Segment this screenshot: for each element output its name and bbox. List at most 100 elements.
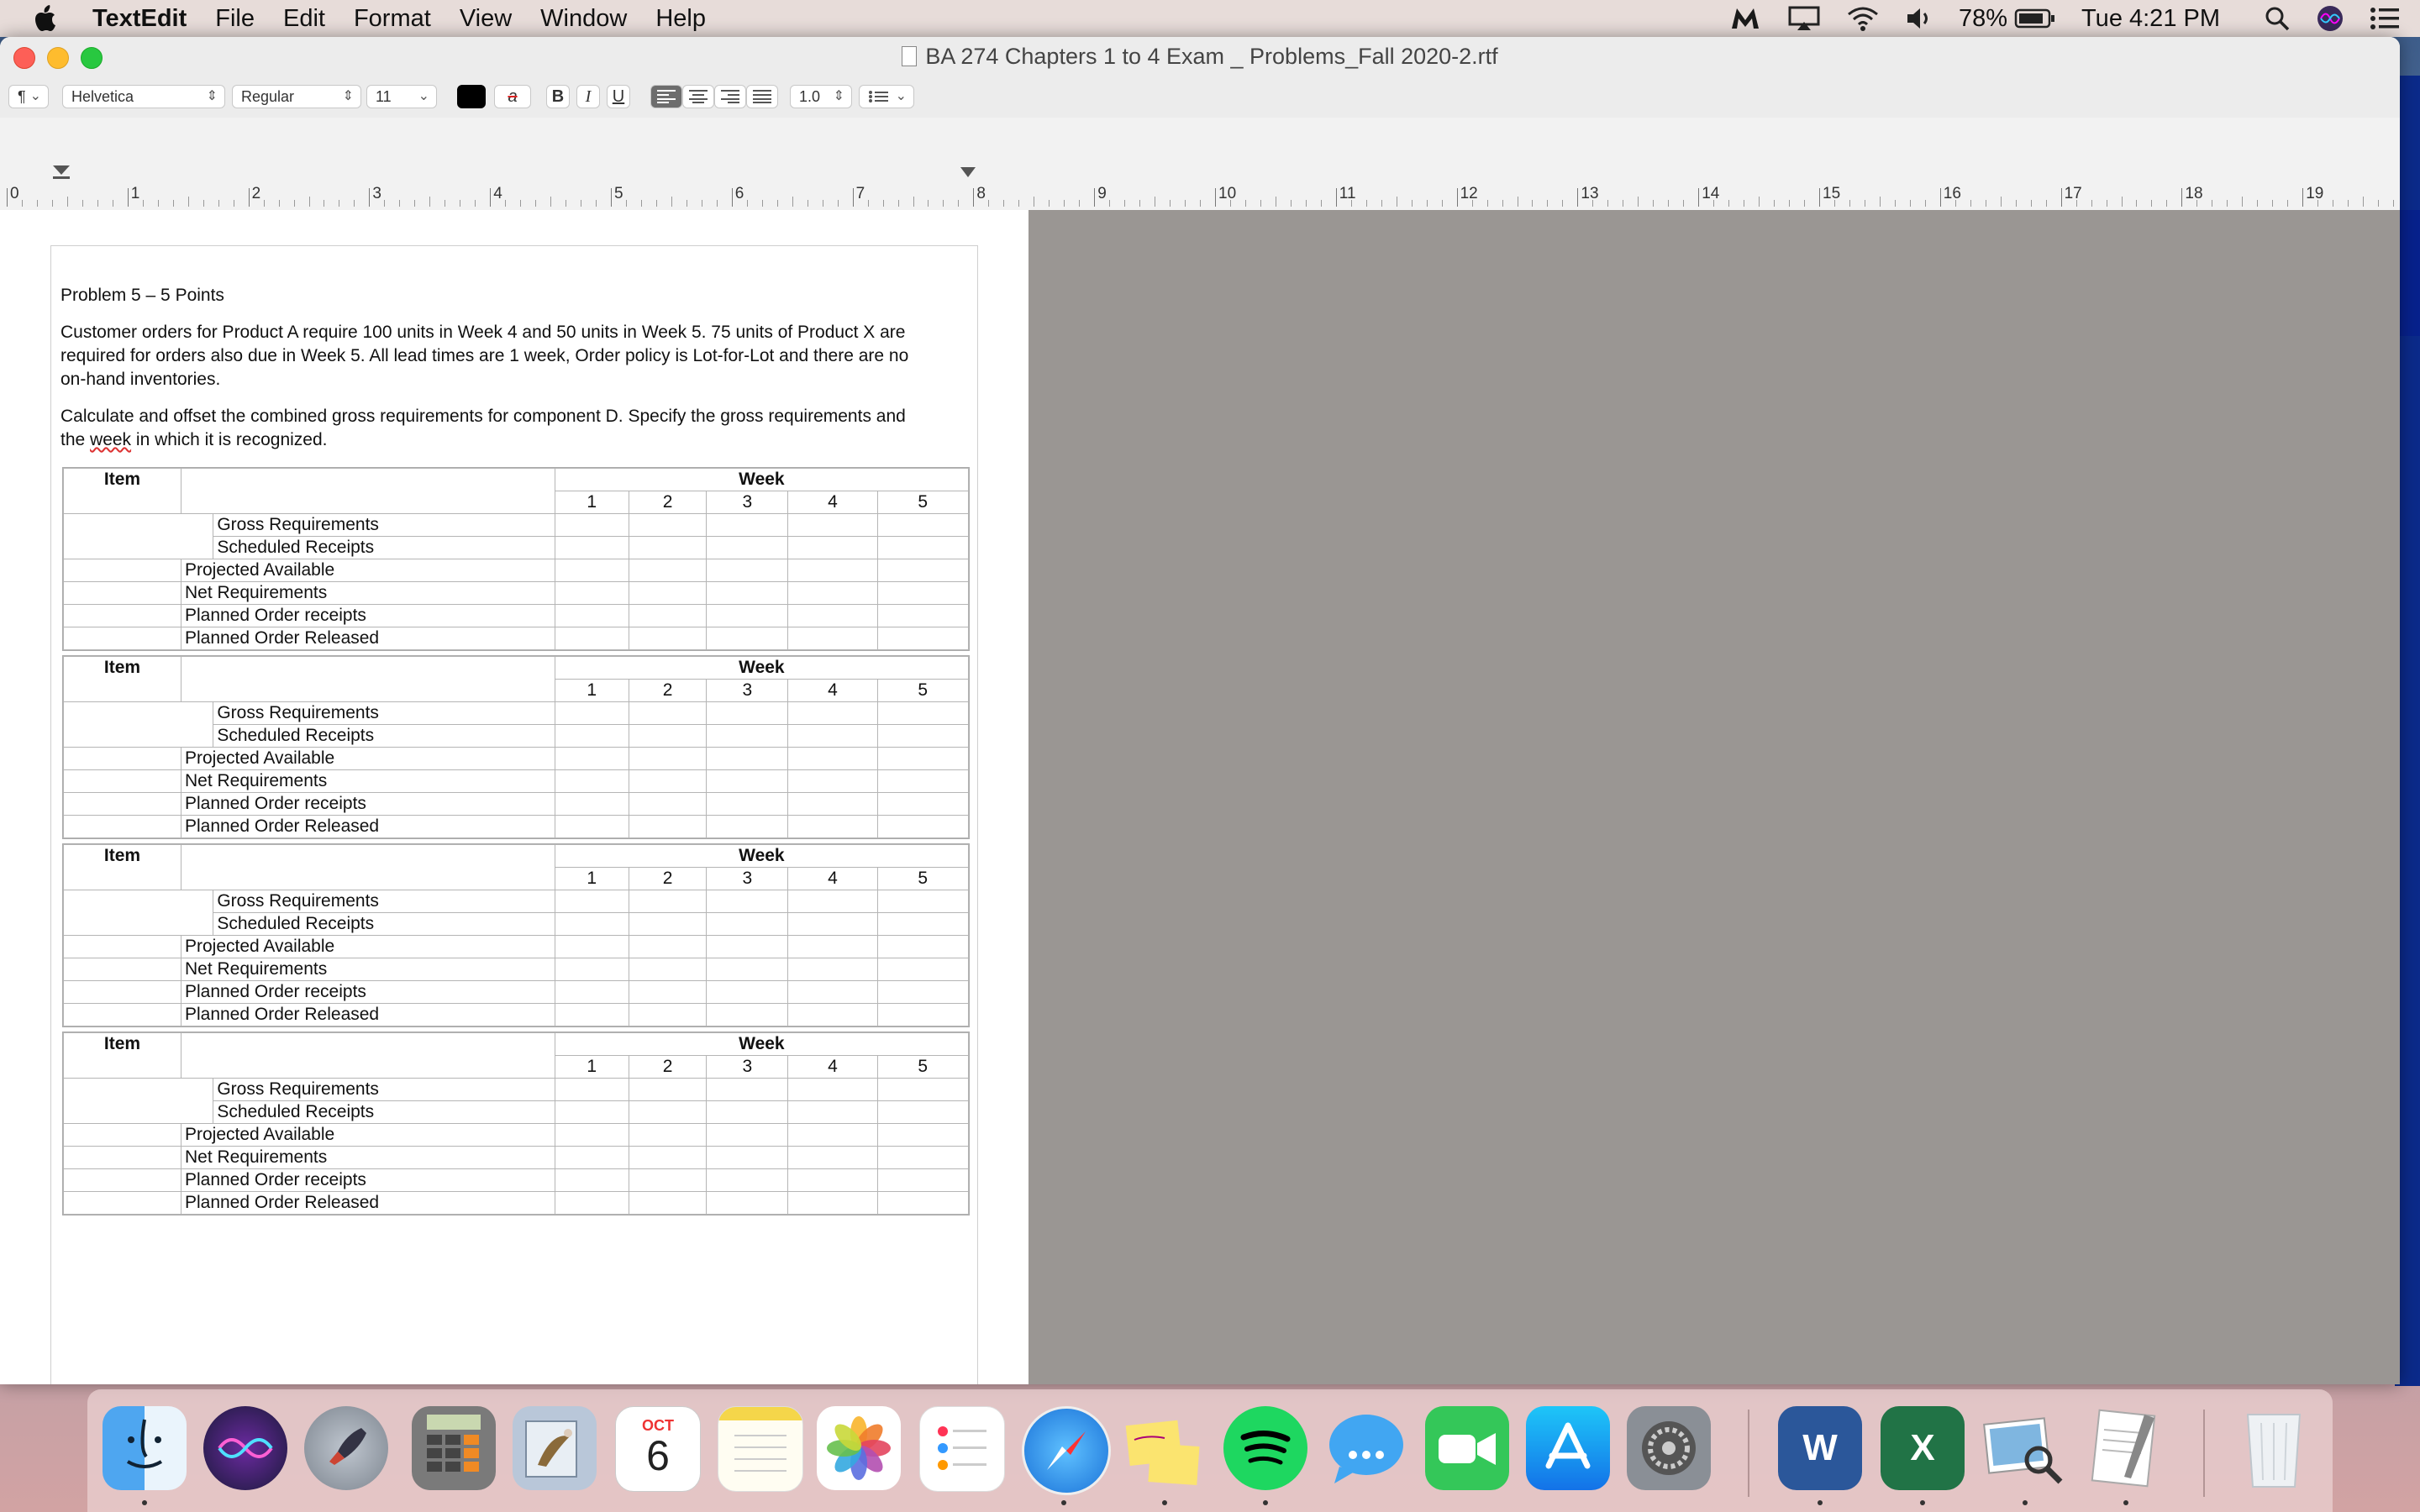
document-page[interactable]: Problem 5 – 5 Points Customer orders for… (0, 210, 1028, 1384)
value-cell[interactable] (628, 1191, 708, 1215)
value-cell[interactable] (628, 815, 708, 838)
blank-cell[interactable] (63, 1168, 182, 1192)
value-cell[interactable] (628, 536, 708, 559)
value-cell[interactable] (876, 1123, 970, 1147)
value-cell[interactable] (628, 747, 708, 770)
value-cell[interactable] (628, 912, 708, 936)
value-cell[interactable] (706, 980, 789, 1004)
value-cell[interactable] (876, 559, 970, 582)
excel-icon[interactable]: X (1881, 1406, 1965, 1490)
value-cell[interactable] (628, 513, 708, 537)
align-center-button[interactable] (682, 85, 714, 108)
value-cell[interactable] (706, 1003, 789, 1026)
row-label-cell[interactable]: Net Requirements (180, 1146, 555, 1169)
text-color-well[interactable] (457, 85, 486, 108)
textedit-icon[interactable] (2084, 1406, 2168, 1490)
justify-button[interactable] (746, 85, 778, 108)
blank-cell[interactable] (63, 1123, 182, 1147)
value-cell[interactable] (876, 912, 970, 936)
row-label-cell[interactable]: Projected Available (180, 747, 555, 770)
blank-cell[interactable] (63, 627, 182, 650)
value-cell[interactable] (628, 958, 708, 981)
value-cell[interactable] (787, 958, 878, 981)
week-number-cell[interactable]: 5 (876, 491, 970, 514)
spellcheck-flagged-word[interactable]: week (90, 430, 131, 449)
week-number-cell[interactable]: 2 (628, 867, 708, 890)
week-number-cell[interactable]: 1 (554, 1055, 629, 1079)
first-line-indent-marker-icon[interactable] (52, 165, 71, 183)
preview-icon[interactable] (1983, 1406, 2067, 1490)
notification-center-icon[interactable] (2370, 6, 2400, 31)
value-cell[interactable] (787, 935, 878, 958)
week-number-cell[interactable]: 4 (787, 1055, 878, 1079)
underline-button[interactable]: U (607, 85, 630, 108)
bold-button[interactable]: B (546, 85, 570, 108)
calculator-icon[interactable] (412, 1406, 496, 1490)
week-number-cell[interactable]: 3 (706, 1055, 789, 1079)
safari-icon[interactable] (1022, 1406, 1111, 1495)
item-header[interactable]: Item (63, 844, 182, 890)
blank-cell[interactable] (63, 792, 182, 816)
value-cell[interactable] (787, 912, 878, 936)
font-family-popup[interactable]: Helvetica ⇕ (62, 85, 225, 108)
value-cell[interactable] (554, 581, 629, 605)
mrp-record-table[interactable]: Item Week 1 2 3 4 5 Gross Requirements Scheduled… (62, 843, 970, 1027)
value-cell[interactable] (876, 701, 970, 725)
value-cell[interactable] (628, 724, 708, 748)
week-number-cell[interactable]: 3 (706, 679, 789, 702)
blank-cell[interactable] (63, 747, 182, 770)
mrp-record-table[interactable]: Item Week 1 2 3 4 5 Gross Requirements Scheduled… (62, 1032, 970, 1215)
finder-icon[interactable] (103, 1406, 187, 1490)
trash-icon[interactable] (2232, 1406, 2316, 1490)
calendar-icon[interactable]: OCT 6 (615, 1406, 701, 1492)
value-cell[interactable] (554, 1003, 629, 1026)
value-cell[interactable] (554, 559, 629, 582)
malwarebytes-icon[interactable] (1728, 5, 1762, 32)
value-cell[interactable] (628, 980, 708, 1004)
value-cell[interactable] (706, 747, 789, 770)
row-label-cell[interactable]: Planned Order receipts (180, 604, 555, 627)
value-cell[interactable] (787, 1146, 878, 1169)
row-label-cell[interactable]: Planned Order receipts (180, 1168, 555, 1192)
value-cell[interactable] (706, 513, 789, 537)
value-cell[interactable] (554, 958, 629, 981)
window-titlebar[interactable]: BA 274 Chapters 1 to 4 Exam _ Problems_F… (0, 37, 2400, 77)
week-number-cell[interactable]: 4 (787, 867, 878, 890)
value-cell[interactable] (554, 792, 629, 816)
value-cell[interactable] (787, 815, 878, 838)
value-cell[interactable] (706, 701, 789, 725)
launchpad-icon[interactable] (304, 1406, 388, 1490)
system-preferences-icon[interactable] (1627, 1406, 1711, 1490)
value-cell[interactable] (628, 890, 708, 913)
menu-format[interactable]: Format (354, 5, 431, 33)
value-cell[interactable] (554, 935, 629, 958)
value-cell[interactable] (876, 815, 970, 838)
value-cell[interactable] (628, 627, 708, 650)
item-name-cell[interactable] (180, 1032, 555, 1079)
value-cell[interactable] (787, 1123, 878, 1147)
value-cell[interactable] (554, 1146, 629, 1169)
value-cell[interactable] (876, 1078, 970, 1101)
value-cell[interactable] (628, 1123, 708, 1147)
value-cell[interactable] (876, 792, 970, 816)
week-number-cell[interactable]: 5 (876, 867, 970, 890)
menu-edit[interactable]: Edit (283, 5, 325, 33)
menu-help[interactable]: Help (655, 5, 706, 33)
value-cell[interactable] (628, 559, 708, 582)
row-label-cell[interactable]: Planned Order receipts (180, 792, 555, 816)
row-label-cell[interactable]: Gross Requirements (213, 890, 555, 913)
value-cell[interactable] (787, 1003, 878, 1026)
value-cell[interactable] (787, 747, 878, 770)
value-cell[interactable] (554, 912, 629, 936)
value-cell[interactable] (876, 890, 970, 913)
week-number-cell[interactable]: 5 (876, 1055, 970, 1079)
week-number-cell[interactable]: 5 (876, 679, 970, 702)
font-size-combo[interactable]: 11 ⌄ (366, 85, 437, 108)
week-number-cell[interactable]: 3 (706, 491, 789, 514)
mail-icon[interactable] (513, 1406, 597, 1490)
value-cell[interactable] (787, 1078, 878, 1101)
value-cell[interactable] (876, 724, 970, 748)
blank-cell[interactable] (63, 815, 182, 838)
row-label-cell[interactable]: Scheduled Receipts (213, 912, 555, 936)
value-cell[interactable] (628, 1078, 708, 1101)
